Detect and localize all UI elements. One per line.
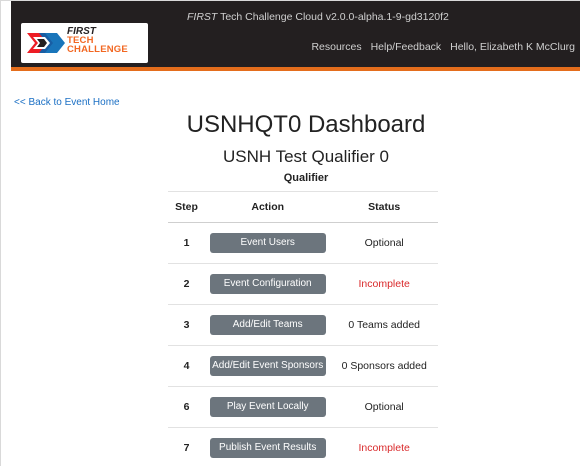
table-row: 1 Event Users Optional: [168, 222, 438, 264]
table-row: 6 Play Event Locally Optional: [168, 386, 438, 428]
dashboard-steps-table: Step Action Status 1 Event Users Optiona…: [168, 191, 438, 466]
status-text: Optional: [330, 222, 438, 264]
action-cell: Publish Event Results: [205, 427, 331, 466]
version-text: Tech Challenge Cloud v2.0.0-alpha.1-9-gd…: [217, 11, 449, 23]
nav-links: Resources Help/Feedback Hello, Elizabeth…: [305, 41, 575, 53]
table-row: 4 Add/Edit Event Sponsors 0 Sponsors add…: [168, 345, 438, 387]
action-cell: Add/Edit Event Sponsors: [205, 345, 331, 387]
ftc-logo[interactable]: FIRST TECH CHALLENGE: [21, 23, 148, 63]
event-name: USNH Test Qualifier 0: [223, 147, 389, 166]
app-version-title: FIRST Tech Challenge Cloud v2.0.0-alpha.…: [187, 11, 449, 23]
logo-challenge-text: CHALLENGE: [67, 44, 128, 55]
step-number: 4: [168, 345, 205, 387]
step-number: 1: [168, 222, 205, 264]
action-cell: Event Users: [205, 222, 331, 264]
table-row: 7 Publish Event Results Incomplete: [168, 427, 438, 466]
step-number: 2: [168, 263, 205, 305]
event-type: Qualifier: [283, 172, 329, 184]
page-frame: FIRST TECH CHALLENGE FIRST Tech Challeng…: [0, 0, 580, 466]
header-step: Step: [168, 191, 205, 223]
table-row: 3 Add/Edit Teams 0 Teams added: [168, 304, 438, 346]
status-text: 0 Teams added: [330, 304, 438, 346]
nav-help-feedback-link[interactable]: Help/Feedback: [371, 41, 442, 53]
add-edit-teams-button[interactable]: Add/Edit Teams: [209, 315, 326, 335]
back-to-event-home-link[interactable]: << Back to Event Home: [14, 97, 120, 108]
action-cell: Play Event Locally: [205, 386, 331, 428]
logo-wordmark: FIRST TECH CHALLENGE: [67, 27, 128, 55]
action-cell: Event Configuration: [205, 263, 331, 305]
step-number: 6: [168, 386, 205, 428]
step-number: 7: [168, 427, 205, 466]
play-event-locally-button[interactable]: Play Event Locally: [209, 397, 326, 417]
nav-resources-link[interactable]: Resources: [311, 41, 361, 53]
table-row: 2 Event Configuration Incomplete: [168, 263, 438, 305]
header-status: Status: [330, 191, 438, 223]
event-users-button[interactable]: Event Users: [209, 233, 326, 253]
status-text: 0 Sponsors added: [330, 345, 438, 387]
status-text: Incomplete: [330, 427, 438, 466]
ftc-logo-icon: [27, 33, 65, 53]
status-text: Optional: [330, 386, 438, 428]
step-number: 3: [168, 304, 205, 346]
version-brand: FIRST: [187, 11, 218, 23]
header-action: Action: [205, 191, 331, 223]
table-header-row: Step Action Status: [168, 191, 438, 223]
event-configuration-button[interactable]: Event Configuration: [209, 274, 326, 294]
top-navbar: FIRST TECH CHALLENGE FIRST Tech Challeng…: [11, 1, 580, 71]
action-cell: Add/Edit Teams: [205, 304, 331, 346]
page-title: USNHQT0 Dashboard: [186, 111, 426, 138]
publish-event-results-button[interactable]: Publish Event Results: [209, 438, 326, 458]
status-text: Incomplete: [330, 263, 438, 305]
nav-user-greeting[interactable]: Hello, Elizabeth K McClurg: [450, 41, 575, 53]
add-edit-event-sponsors-button[interactable]: Add/Edit Event Sponsors: [209, 356, 326, 376]
